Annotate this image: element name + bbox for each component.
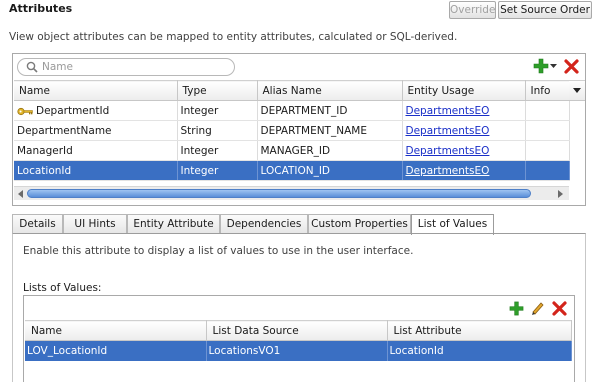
tab-list-of-values[interactable]: List of Values (411, 214, 494, 235)
entity-usage-link[interactable]: DepartmentsEO (406, 145, 490, 157)
set-source-order-button[interactable]: Set Source Order (498, 1, 592, 19)
alias-cell: MANAGER_ID (257, 140, 403, 161)
section-title: Attributes (9, 2, 73, 15)
column-header-info[interactable]: Info (525, 80, 570, 101)
type-cell: String (177, 120, 258, 141)
entity-usage-link[interactable]: DepartmentsEO (406, 125, 490, 137)
alias-cell: LOCATION_ID (257, 160, 403, 181)
table-row[interactable]: DepartmentName String DEPARTMENT_NAME De… (14, 120, 570, 141)
entity-usage-cell: DepartmentsEO (402, 100, 526, 121)
search-input[interactable] (42, 60, 227, 74)
column-menu-button[interactable] (569, 80, 585, 101)
lov-attribute-cell: LocationId (387, 340, 572, 361)
lov-description: Enable this attribute to display a list … (23, 245, 414, 257)
search-icon (26, 61, 38, 73)
column-header-entity-usage[interactable]: Entity Usage (402, 80, 526, 101)
table-header-row: Name List Data Source List Attribute (25, 320, 572, 341)
type-cell: Integer (177, 160, 258, 181)
attributes-table: Name Type Alias Name Entity Usage Info D… (14, 80, 570, 181)
lov-table: Name List Data Source List Attribute LOV… (25, 320, 572, 361)
column-header-alias-name[interactable]: Alias Name (257, 80, 403, 101)
table-row-selected[interactable]: LOV_LocationId LocationsVO1 LocationId (25, 340, 572, 361)
horizontal-scrollbar[interactable] (14, 186, 569, 200)
name-cell: LocationId (14, 160, 178, 181)
entity-usage-cell: DepartmentsEO (402, 120, 526, 141)
tab-dependencies[interactable]: Dependencies (220, 214, 308, 234)
chevron-down-icon (573, 88, 581, 93)
add-icon[interactable] (533, 58, 549, 74)
alias-cell: DEPARTMENT_NAME (257, 120, 403, 141)
name-cell: DepartmentId (14, 100, 178, 121)
add-icon[interactable] (509, 301, 524, 316)
tab-details[interactable]: Details (12, 214, 63, 234)
scrollbar-thumb[interactable] (27, 189, 531, 198)
attribute-name: DepartmentId (36, 104, 110, 117)
info-cell (525, 140, 570, 161)
tab-ui-hints[interactable]: UI Hints (63, 214, 127, 234)
search-box[interactable] (17, 58, 235, 76)
table-row-selected[interactable]: LocationId Integer LOCATION_ID Departmen… (14, 160, 570, 181)
alias-cell: DEPARTMENT_ID (257, 100, 403, 121)
entity-usage-link[interactable]: DepartmentsEO (406, 105, 490, 117)
type-cell: Integer (177, 140, 258, 161)
entity-usage-cell: DepartmentsEO (402, 140, 526, 161)
table-header-row: Name Type Alias Name Entity Usage Info (14, 80, 570, 101)
table-row[interactable]: ManagerId Integer MANAGER_ID Departments… (14, 140, 570, 161)
tab-custom-properties[interactable]: Custom Properties (308, 214, 411, 234)
type-cell: Integer (177, 100, 258, 121)
entity-usage-link[interactable]: DepartmentsEO (406, 165, 490, 177)
scroll-right-arrow-icon[interactable] (558, 190, 563, 198)
info-cell (525, 100, 570, 121)
edit-pencil-icon[interactable] (530, 300, 545, 316)
column-header-name[interactable]: Name (25, 320, 207, 341)
tab-entity-attribute[interactable]: Entity Attribute (127, 214, 220, 234)
lov-data-source-cell: LocationsVO1 (206, 340, 388, 361)
info-cell (525, 120, 570, 141)
attributes-panel: Name Type Alias Name Entity Usage Info D… (12, 53, 586, 206)
delete-icon[interactable] (552, 301, 567, 316)
delete-icon[interactable] (564, 59, 579, 74)
info-cell (525, 160, 570, 181)
name-cell: DepartmentName (14, 120, 178, 141)
entity-usage-cell: DepartmentsEO (402, 160, 526, 181)
lov-section-label: Lists of Values: (23, 282, 102, 294)
table-row[interactable]: DepartmentId Integer DEPARTMENT_ID Depar… (14, 100, 570, 121)
column-header-type[interactable]: Type (177, 80, 258, 101)
add-dropdown-chevron-icon[interactable] (550, 63, 557, 69)
primary-key-icon (17, 107, 33, 115)
override-button[interactable]: Override (449, 1, 496, 19)
attributes-header: Attributes Override Set Source Order (0, 0, 594, 22)
column-header-name[interactable]: Name (14, 80, 178, 101)
column-header-list-data-source[interactable]: List Data Source (206, 320, 388, 341)
name-cell: ManagerId (14, 140, 178, 161)
attributes-description: View object attributes can be mapped to … (9, 31, 458, 43)
column-header-list-attribute[interactable]: List Attribute (387, 320, 572, 341)
scroll-left-arrow-icon[interactable] (18, 190, 23, 198)
lov-panel: Name List Data Source List Attribute LOV… (23, 295, 575, 382)
lov-name-cell: LOV_LocationId (25, 340, 207, 361)
